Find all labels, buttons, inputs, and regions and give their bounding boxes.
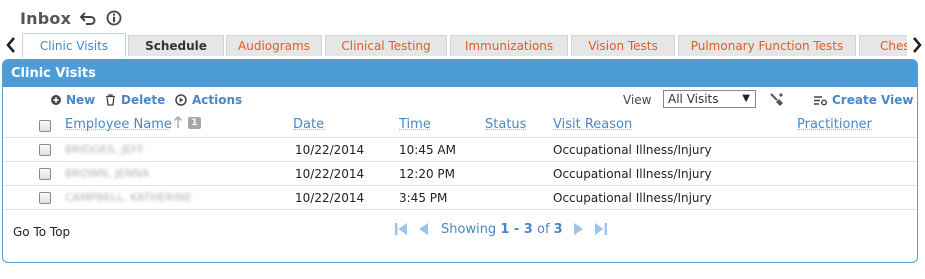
delete-button-label: Delete (121, 93, 166, 107)
table-header: Employee Name 1 Date Time Status Visit R… (3, 115, 917, 137)
panel-title: Clinic Visits (3, 60, 917, 87)
visit-date: 10/22/2014 (295, 167, 365, 181)
column-employee-name[interactable]: Employee Name (65, 117, 172, 132)
return-icon[interactable] (79, 9, 97, 27)
visit-reason: Occupational Illness/Injury (553, 191, 712, 205)
select-caret-icon: ▼ (742, 93, 750, 104)
table-row[interactable]: BRIDGES, JEFF 10/22/2014 10:45 AM Occupa… (3, 137, 917, 161)
tab-clinical-testing[interactable]: Clinical Testing (325, 35, 447, 56)
column-status[interactable]: Status (485, 117, 526, 132)
column-practitioner[interactable]: Practitioner (797, 117, 872, 132)
tab-vision-tests[interactable]: Vision Tests (571, 35, 675, 56)
row-checkbox[interactable] (39, 144, 51, 156)
page-range: 1 - 3 (500, 221, 533, 237)
wand-settings-icon[interactable] (768, 91, 786, 109)
page-title: Inbox (20, 8, 72, 28)
employee-name[interactable]: BRIDGES, JEFF (65, 143, 144, 156)
tab-clinic-visits[interactable]: Clinic Visits (22, 33, 126, 57)
new-button[interactable]: New (51, 93, 95, 107)
sort-order-badge: 1 (188, 117, 201, 129)
select-all-checkbox[interactable] (39, 120, 51, 132)
employee-name[interactable]: CAMPBELL, KATHERINE (65, 191, 192, 204)
tabs-scroll-left-icon[interactable] (2, 33, 20, 57)
table-divider (3, 209, 917, 210)
tab-schedule[interactable]: Schedule (128, 35, 224, 56)
page-header: Inbox (20, 7, 123, 29)
pagination: Showing 1 - 3 of 3 (393, 219, 615, 239)
table-row[interactable]: CAMPBELL, KATHERINE 10/22/2014 3:45 PM O… (3, 185, 917, 209)
go-to-top-link[interactable]: Go To Top (13, 225, 70, 239)
tab-pulmonary-function-tests[interactable]: Pulmonary Function Tests (678, 35, 856, 56)
visit-reason: Occupational Illness/Injury (553, 143, 712, 157)
table-row[interactable]: BROWN, JENNA 10/22/2014 12:20 PM Occupat… (3, 161, 917, 185)
page-status-of: of (532, 221, 554, 237)
sort-arrow-icon[interactable] (173, 115, 183, 132)
play-circle-icon (175, 94, 187, 106)
create-view-button[interactable]: Create View (813, 93, 913, 107)
tabs-strip: Clinic Visits Schedule Audiograms Clinic… (22, 33, 907, 57)
info-icon[interactable] (105, 9, 123, 27)
new-button-label: New (66, 93, 96, 107)
page-status-prefix: Showing (441, 221, 501, 237)
view-select[interactable]: All Visits ▼ (663, 90, 756, 108)
column-visit-reason[interactable]: Visit Reason (553, 117, 632, 132)
page-status: Showing 1 - 3 of 3 (441, 222, 563, 237)
previous-page-icon[interactable] (415, 221, 431, 237)
actions-button[interactable]: Actions (175, 93, 242, 107)
visit-time: 12:20 PM (399, 167, 455, 181)
row-checkbox[interactable] (39, 168, 51, 180)
visit-time: 10:45 AM (399, 143, 456, 157)
tab-bar: Clinic Visits Schedule Audiograms Clinic… (0, 33, 925, 57)
visit-date: 10/22/2014 (295, 191, 365, 205)
panel-toolbar: New Delete Actions View All Visits ▼ Cre… (3, 90, 917, 110)
column-time[interactable]: Time (399, 117, 431, 132)
last-page-icon[interactable] (593, 221, 609, 237)
actions-button-label: Actions (192, 93, 243, 107)
visit-date: 10/22/2014 (295, 143, 365, 157)
tabs-scroll-right-icon[interactable] (908, 33, 925, 57)
tab-immunizations[interactable]: Immunizations (450, 35, 568, 56)
delete-button[interactable]: Delete (105, 93, 165, 107)
tab-audiograms[interactable]: Audiograms (226, 35, 322, 56)
tab-chest[interactable]: Chest (859, 35, 907, 56)
next-page-icon[interactable] (571, 221, 587, 237)
plus-circle-icon (51, 95, 61, 105)
create-view-label: Create View (832, 93, 914, 107)
column-date[interactable]: Date (293, 117, 324, 132)
list-settings-icon (814, 95, 827, 105)
employee-name[interactable]: BROWN, JENNA (65, 167, 149, 180)
trash-icon (106, 94, 115, 106)
view-select-value: All Visits (668, 92, 719, 106)
view-label: View (623, 93, 652, 107)
clinic-visits-panel: Clinic Visits New Delete Actions View Al… (2, 59, 918, 263)
visit-reason: Occupational Illness/Injury (553, 167, 712, 181)
visit-time: 3:45 PM (399, 191, 448, 205)
page-total: 3 (553, 221, 563, 237)
first-page-icon[interactable] (393, 221, 409, 237)
row-checkbox[interactable] (39, 192, 51, 204)
